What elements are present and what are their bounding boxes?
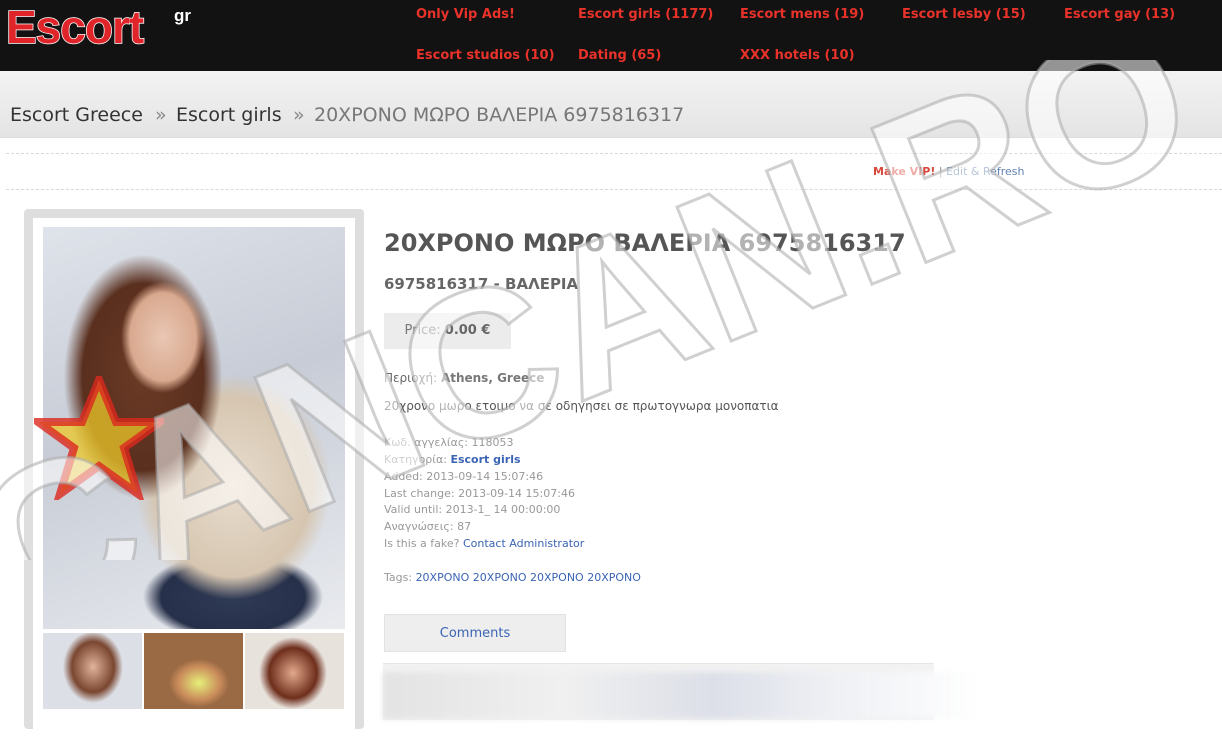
last-change-label: Last change: [384, 487, 455, 500]
thumbnail-3[interactable] [245, 633, 344, 709]
logo-text: Escort [5, 1, 145, 53]
thumbnail-2[interactable] [144, 633, 243, 709]
breadcrumb-separator: » [155, 104, 167, 126]
code-row: Κωδ. αγγελίας: 118053 [384, 436, 514, 449]
tag-link[interactable]: 20ΧΡΟΝΟ [416, 571, 470, 584]
divider [6, 153, 1222, 154]
blurred-content [383, 672, 983, 719]
ad-title: 20ΧΡΟΝΟ ΜΩΡΟ ΒΑΛΕΡΙΑ 6975816317 [384, 229, 906, 257]
breadcrumb-category[interactable]: Escort girls [176, 104, 282, 126]
comments-button[interactable]: Comments [384, 614, 566, 652]
ad-actions: Make VIP! | Edit & Refresh [873, 165, 1025, 178]
category-label: Κατηγορία: [384, 453, 447, 466]
edit-refresh-link[interactable]: Edit & Refresh [946, 165, 1024, 178]
valid-until-row: Valid until: 2013-1_ 14 00:00:00 [384, 503, 560, 516]
valid-until-label: Valid until: [384, 503, 443, 516]
site-logo[interactable]: Escort gr [5, 1, 191, 53]
nav-link-escort-gay[interactable]: Escort gay (13) [1064, 7, 1175, 22]
make-vip-link[interactable]: Make VIP! [873, 165, 935, 178]
tag-link[interactable]: 20ΧΡΟΝΟ [473, 571, 527, 584]
price-value: 0.00 € [444, 323, 491, 338]
category-row: Κατηγορία: Escort girls [384, 453, 521, 466]
price-box: Price: 0.00 € [384, 313, 511, 349]
tags-label: Tags: [384, 571, 413, 584]
ad-description: 20χρονο μωρο ετοιμο να σε οδηγησει σε πρ… [384, 399, 779, 413]
views-label: Αναγνώσεις: [384, 520, 454, 533]
region-value: Athens, Greece [440, 371, 545, 385]
valid-until-value: 2013-1_ 14 00:00:00 [445, 503, 561, 516]
added-value: 2013-09-14 15:07:46 [426, 470, 544, 483]
code-value: 118053 [471, 436, 514, 449]
category-link[interactable]: Escort girls [450, 453, 520, 466]
code-label: Κωδ. αγγελίας: [384, 436, 469, 449]
added-label: Added: [384, 470, 423, 483]
breadcrumb-home[interactable]: Escort Greece [10, 104, 143, 126]
nav-link-escort-girls[interactable]: Escort girls (1177) [578, 7, 713, 22]
ad-subtitle: 6975816317 - ΒΑΛΕΡΙΑ [384, 275, 579, 293]
divider [6, 189, 1222, 190]
tags-row: Tags: 20ΧΡΟΝΟ 20ΧΡΟΝΟ 20ΧΡΟΝΟ 20ΧΡΟΝΟ [384, 571, 641, 584]
contact-admin-link[interactable]: Contact Administrator [463, 537, 584, 550]
region-label: Περιοχή: [384, 371, 438, 385]
nav-link-dating[interactable]: Dating (65) [578, 48, 661, 63]
last-change-row: Last change: 2013-09-14 15:07:46 [384, 487, 575, 500]
nav-link-vip-ads[interactable]: Only Vip Ads! [416, 7, 515, 22]
star-overlay-icon [34, 376, 164, 500]
breadcrumb-separator: » [293, 104, 305, 126]
region-row: Περιοχή: Athens, Greece [384, 371, 544, 385]
added-row: Added: 2013-09-14 15:07:46 [384, 470, 543, 483]
nav-link-escort-lesby[interactable]: Escort lesby (15) [902, 7, 1026, 22]
actions-divider: | [938, 165, 943, 178]
views-row: Αναγνώσεις: 87 [384, 520, 471, 533]
fake-label: Is this a fake? [384, 537, 460, 550]
tag-link[interactable]: 20ΧΡΟΝΟ [530, 571, 584, 584]
price-label: Price: [404, 323, 441, 338]
fake-report-row: Is this a fake? Contact Administrator [384, 537, 584, 550]
breadcrumb-current: 20ΧΡΟΝΟ ΜΩΡΟ ΒΑΛΕΡΙΑ 6975816317 [314, 104, 685, 126]
views-value: 87 [457, 520, 472, 533]
last-change-value: 2013-09-14 15:07:46 [458, 487, 575, 500]
logo-suffix: gr [174, 6, 191, 25]
thumbnail-1[interactable] [43, 633, 142, 709]
nav-link-escort-mens[interactable]: Escort mens (19) [740, 7, 864, 22]
nav-link-escort-studios[interactable]: Escort studios (10) [416, 48, 555, 63]
tag-link[interactable]: 20ΧΡΟΝΟ [587, 571, 641, 584]
nav-link-xxx-hotels[interactable]: XXX hotels (10) [740, 48, 855, 63]
